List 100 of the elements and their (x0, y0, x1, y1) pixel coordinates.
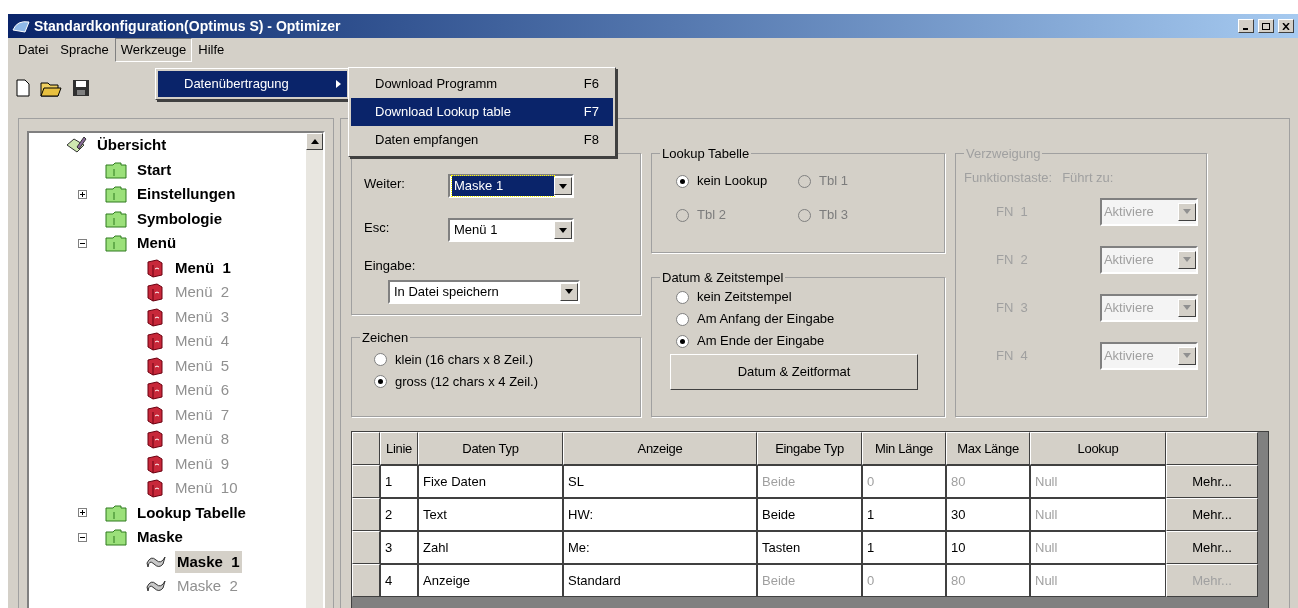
menu-item[interactable]: Werkzeuge (114, 38, 193, 62)
new-file-icon[interactable] (16, 79, 30, 97)
radio-button[interactable] (676, 312, 689, 326)
dropdown[interactable]: In Datei speichern (388, 279, 580, 304)
radio-label: Tbl 1 (819, 172, 848, 191)
open-folder-icon[interactable] (40, 79, 62, 97)
folder-icon (105, 185, 127, 204)
folder-icon (105, 209, 127, 228)
radio-label: klein (16 chars x 8 Zeil.) (395, 350, 533, 369)
dropdown[interactable]: Maske 1 (448, 174, 574, 198)
menu-entry[interactable]: Download Lookup table F7 (351, 98, 613, 126)
scrollbar[interactable] (306, 133, 323, 608)
expand-icon[interactable] (77, 508, 87, 518)
table-cell: 1 (862, 531, 946, 564)
menu-entry[interactable]: Daten empfangen F8 (351, 126, 613, 154)
table-cell: 80 (946, 564, 1030, 597)
column-header: Min Länge (862, 432, 946, 465)
book-icon (145, 429, 165, 450)
tree-item[interactable]: Maske 1 (175, 550, 242, 573)
table-cell: Tasten (757, 531, 862, 564)
book-icon (145, 355, 165, 376)
folder-icon (105, 160, 127, 179)
radio-button[interactable] (374, 374, 387, 388)
dropdown-value: Maske 1 (452, 176, 554, 196)
tree-item[interactable]: Symbologie (135, 207, 224, 230)
table-cell: Zahl (418, 531, 563, 564)
more-button[interactable]: Mehr... (1166, 465, 1258, 498)
table-cell: 2 (380, 498, 418, 531)
dropdown-value: Aktiviere (1103, 202, 1155, 221)
table-cell: 10 (946, 531, 1030, 564)
collapse-icon[interactable] (77, 238, 87, 248)
table-cell: SL (563, 465, 757, 498)
menu-entry[interactable]: Download Programm F6 (351, 70, 613, 98)
tree-item[interactable]: Übersicht (95, 134, 169, 157)
radio-button[interactable] (676, 290, 689, 304)
tree-item[interactable]: Lookup Tabelle (135, 501, 248, 524)
close-icon[interactable] (1278, 19, 1294, 33)
scroll-up-icon[interactable] (306, 133, 323, 150)
row-header (352, 564, 380, 597)
table-cell: Null (1030, 564, 1166, 597)
book-icon (145, 380, 165, 401)
window-title: Standardkonfiguration(Optimus S) - Optimizer (34, 16, 341, 36)
folder-icon (105, 528, 127, 547)
radio-label: kein Lookup (697, 172, 768, 191)
row-header (352, 465, 380, 498)
table-cell: 3 (380, 531, 418, 564)
more-button[interactable]: Mehr... (1166, 531, 1258, 564)
radio-label: Tbl 2 (697, 206, 726, 225)
table-cell: 30 (946, 498, 1030, 531)
minimize-icon[interactable] (1238, 19, 1254, 33)
tree-item[interactable]: Menü 1 (173, 256, 233, 279)
radio-button[interactable] (676, 334, 689, 348)
book-icon (145, 257, 165, 278)
radio-label: gross (12 chars x 4 Zeil.) (395, 372, 539, 391)
table-cell: Standard (563, 564, 757, 597)
column-header: Lookup (1030, 432, 1166, 465)
table-cell: Null (1030, 498, 1166, 531)
folder-icon (105, 503, 127, 522)
tree-item[interactable]: Maske (135, 526, 185, 549)
column-header: Eingabe Typ (757, 432, 862, 465)
table-cell: Null (1030, 531, 1166, 564)
radio-label: Am Ende der Eingabe (697, 332, 825, 351)
column-header: Max Länge (946, 432, 1030, 465)
radio-button[interactable] (374, 352, 387, 366)
radio-label: Am Anfang der Eingabe (697, 310, 835, 329)
dropdown-value: In Datei speichern (394, 282, 500, 301)
menu-item[interactable]: Sprache (54, 38, 115, 62)
tree-item[interactable]: Einstellungen (135, 183, 238, 206)
field-label: Esc: (364, 219, 391, 237)
table-cell: Anzeige (418, 564, 563, 597)
tree-item[interactable]: Menü (135, 232, 179, 255)
menu-entry[interactable]: Datenübertragung (158, 71, 347, 97)
book-icon (145, 453, 165, 474)
menu-item[interactable]: Hilfe (192, 38, 231, 62)
expand-icon[interactable] (77, 189, 87, 199)
table-cell: Beide (757, 465, 862, 498)
datetime-format-button[interactable]: Datum & Zeitformat (670, 354, 918, 390)
dropdown-value: Aktiviere (1103, 250, 1155, 269)
table-cell: 1 (862, 498, 946, 531)
submenu-arrow-icon (336, 80, 341, 88)
row-header (352, 432, 380, 465)
radio-button[interactable] (676, 174, 689, 188)
tree-item[interactable]: Start (135, 158, 174, 181)
field-label: Eingabe: (364, 257, 417, 275)
book-icon (145, 331, 165, 352)
column-header: Daten Typ (418, 432, 563, 465)
more-button[interactable]: Mehr... (1166, 498, 1258, 531)
field-label: Weiter: (364, 175, 406, 193)
dropdown-value: Aktiviere (1103, 298, 1155, 317)
table-cell: 80 (946, 465, 1030, 498)
save-icon[interactable] (72, 79, 90, 97)
dropdown[interactable]: Menü 1 (448, 218, 574, 242)
table-cell: 1 (380, 465, 418, 498)
menu-item[interactable]: Datei (12, 38, 55, 62)
radio-label: kein Zeitstempel (697, 288, 792, 307)
dropdown-value: Menü 1 (453, 221, 499, 240)
table-cell: Me: (563, 531, 757, 564)
maximize-icon[interactable] (1258, 19, 1274, 33)
book-icon (145, 478, 165, 499)
collapse-icon[interactable] (77, 532, 87, 542)
